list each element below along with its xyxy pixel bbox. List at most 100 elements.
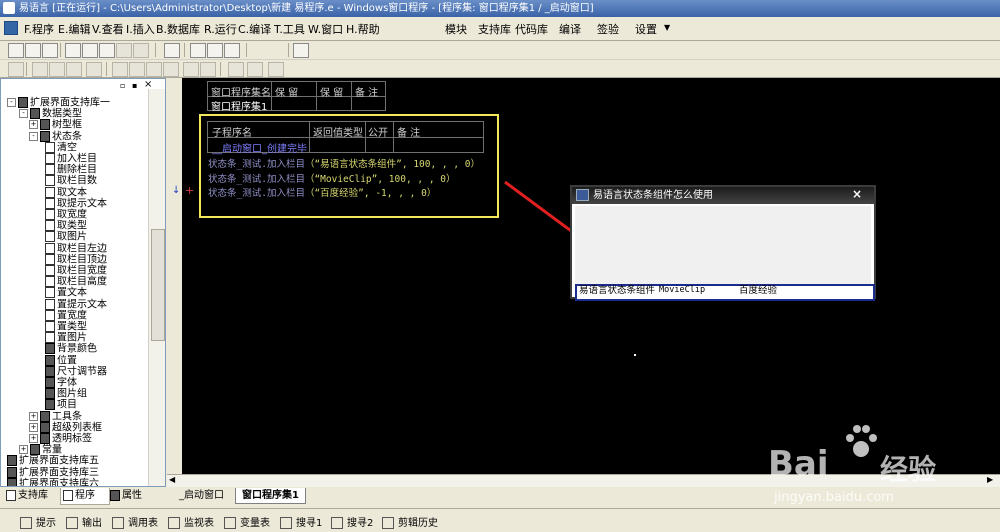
popup-close-icon[interactable]: ×: [852, 186, 862, 203]
menu-settings[interactable]: 设置: [635, 21, 657, 37]
tree-item[interactable]: 取栏目高度: [45, 276, 107, 288]
tab-startup-window[interactable]: _启动窗口: [173, 488, 230, 503]
center-h-icon[interactable]: [228, 62, 244, 77]
tree-item[interactable]: 字体: [45, 377, 77, 389]
tree-item[interactable]: - 数据类型: [19, 108, 82, 120]
tree-item[interactable]: 置文本: [45, 287, 87, 299]
settings-dropdown-icon[interactable]: ▼: [664, 23, 670, 32]
tree-item[interactable]: 加入栏目: [45, 153, 97, 165]
tree-item[interactable]: 取宽度: [45, 209, 87, 221]
layout-icon[interactable]: [190, 43, 206, 58]
menu-tools[interactable]: T.工具: [274, 21, 305, 37]
tree-item[interactable]: 取栏目顶边: [45, 253, 107, 265]
tree-item[interactable]: 取类型: [45, 220, 87, 232]
align-middle-icon[interactable]: [112, 62, 128, 77]
v-space-icon[interactable]: [200, 62, 216, 77]
tree-item[interactable]: 项目: [45, 399, 77, 411]
app-menu-icon[interactable]: [4, 21, 18, 35]
tree-item[interactable]: 取文本: [45, 186, 87, 198]
align-left-icon[interactable]: [32, 62, 48, 77]
align-center-icon[interactable]: [49, 62, 65, 77]
tab-program[interactable]: 程序: [60, 488, 110, 505]
expand-icon[interactable]: +: [29, 411, 38, 421]
expand-icon[interactable]: +: [29, 422, 38, 432]
menu-edit[interactable]: E.编辑: [58, 21, 90, 37]
tree-item[interactable]: 置宽度: [45, 309, 87, 321]
panel-pin-icon[interactable]: ▫: [120, 81, 125, 90]
scroll-left-icon[interactable]: ◀: [169, 475, 175, 484]
open-file-icon[interactable]: [25, 43, 41, 58]
delete-icon[interactable]: [116, 43, 132, 58]
menu-view[interactable]: V.查看: [92, 21, 124, 37]
tree-item[interactable]: 取栏目左边: [45, 242, 107, 254]
menu-code-lib[interactable]: 代码库: [515, 21, 548, 37]
save-icon[interactable]: [42, 43, 58, 58]
tree-item[interactable]: 取图片: [45, 231, 87, 243]
tree-item[interactable]: + 常量: [19, 444, 62, 456]
bring-front-icon[interactable]: [268, 62, 284, 77]
center-v-icon[interactable]: [247, 62, 263, 77]
tree-item[interactable]: 扩展界面支持库五: [7, 455, 99, 467]
tree-item[interactable]: 背景颜色: [45, 343, 97, 355]
tab-variable-table[interactable]: 变量表: [224, 514, 270, 529]
tree-item[interactable]: 置图片: [45, 332, 87, 344]
split-icon[interactable]: [207, 43, 223, 58]
align-grid-icon[interactable]: [8, 62, 24, 77]
tab-output[interactable]: 输出: [66, 514, 102, 529]
panel-restore-icon[interactable]: ▪: [132, 81, 137, 90]
tree-item[interactable]: + 树型框: [29, 119, 82, 131]
same-height-icon[interactable]: [163, 62, 179, 77]
expand-icon[interactable]: +: [29, 120, 38, 130]
h-space-icon[interactable]: [183, 62, 199, 77]
menu-program[interactable]: F.程序: [24, 21, 54, 37]
tab-properties[interactable]: 属性: [108, 488, 156, 504]
tab-call-table[interactable]: 调用表: [112, 514, 158, 529]
tab-watch-table[interactable]: 监视表: [168, 514, 214, 529]
menu-support-lib[interactable]: 支持库: [478, 21, 511, 37]
tree-item[interactable]: 置提示文本: [45, 298, 107, 310]
tab-search-2[interactable]: 搜寻2: [331, 514, 373, 529]
undo-icon[interactable]: [133, 43, 149, 58]
cut-icon[interactable]: [65, 43, 81, 58]
menu-run[interactable]: R.运行: [204, 21, 237, 37]
tree-item[interactable]: - 状态条: [29, 130, 82, 142]
tree-item[interactable]: 图片组: [45, 388, 87, 400]
align-top-icon[interactable]: [86, 62, 102, 77]
tab-clip-history[interactable]: 剪辑历史: [382, 514, 438, 529]
collapse-icon[interactable]: -: [29, 131, 38, 141]
tree-vertical-scrollbar[interactable]: [148, 89, 165, 486]
binoculars-icon[interactable]: [293, 43, 309, 58]
tree-item[interactable]: 清空: [45, 141, 77, 153]
align-bottom-icon[interactable]: [129, 62, 145, 77]
menu-database[interactable]: B.数据库: [156, 21, 200, 37]
expand-icon[interactable]: +: [29, 434, 38, 443]
tab-search-1[interactable]: 搜寻1: [280, 514, 322, 529]
expand-icon[interactable]: +: [19, 445, 28, 455]
tree-item[interactable]: 取栏目宽度: [45, 265, 107, 277]
tree-item[interactable]: 尺寸调节器: [45, 365, 107, 377]
tree-item[interactable]: 取提示文本: [45, 197, 107, 209]
tree-item[interactable]: + 透明标签: [29, 433, 92, 445]
menu-insert[interactable]: I.插入: [126, 21, 155, 37]
tab-hint[interactable]: 提示: [20, 514, 56, 529]
find-icon[interactable]: [164, 43, 180, 58]
collapse-icon[interactable]: -: [19, 109, 28, 119]
tab-support-lib[interactable]: 支持库: [4, 488, 60, 504]
tree-item[interactable]: + 工具条: [29, 410, 82, 422]
scrollbar-thumb[interactable]: [151, 229, 165, 341]
tree-item[interactable]: - 扩展界面支持库一: [7, 97, 110, 109]
tree-item[interactable]: 位置: [45, 354, 77, 366]
paste-icon[interactable]: [99, 43, 115, 58]
same-width-icon[interactable]: [146, 62, 162, 77]
scroll-right-icon[interactable]: ▶: [987, 475, 993, 484]
tree-item[interactable]: 置类型: [45, 321, 87, 333]
tree-item[interactable]: + 超级列表框: [29, 421, 102, 433]
tree-item[interactable]: 扩展界面支持库六: [7, 477, 99, 486]
new-file-icon[interactable]: [8, 43, 24, 58]
align-right-icon[interactable]: [66, 62, 82, 77]
menu-sign[interactable]: 签验: [597, 21, 619, 37]
popup-title-bar[interactable]: 易语言状态条组件怎么使用 ×: [572, 187, 874, 204]
tab-window-assembly[interactable]: 窗口程序集1: [235, 488, 306, 504]
copy-icon[interactable]: [82, 43, 98, 58]
menu-help[interactable]: H.帮助: [346, 21, 380, 37]
